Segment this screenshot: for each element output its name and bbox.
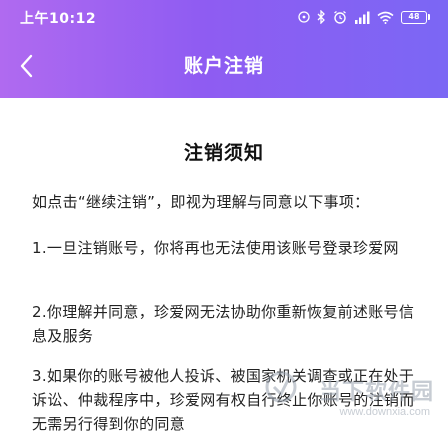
wifi-icon — [377, 11, 394, 24]
header-bar: 上午10:12 48 账户注销 — [0, 0, 448, 98]
bluetooth-icon — [317, 10, 325, 24]
notice-intro: 如点击“继续注销”，即视为理解与同意以下事项： — [32, 193, 370, 211]
notice-item-1: 1.一旦注销账号，你将再也无法使用该账号登录珍爱网 — [32, 239, 399, 257]
status-bar: 上午10:12 48 — [0, 0, 448, 34]
message-icon — [298, 11, 310, 23]
notice-item-2: 2.你理解并同意，珍爱网无法协助你重新恢复前述账号信息及服务 — [32, 303, 415, 345]
alarm-icon — [334, 10, 346, 24]
status-time: 上午10:12 — [20, 11, 97, 27]
page-title: 账户注销 — [183, 55, 264, 77]
notice-content: 注销须知 如点击“继续注销”，即视为理解与同意以下事项： 1.一旦注销账号，你将… — [0, 98, 448, 444]
notice-item-3: 3.如果你的账号被他人投诉、被国家机关调查或正在处于诉讼、仲裁程序中，珍爱网有权… — [32, 367, 415, 433]
navigation-bar: 账户注销 — [0, 42, 448, 88]
notice-title: 注销须知 — [183, 142, 264, 164]
battery-icon: 48 — [401, 10, 430, 24]
status-icons: 48 — [298, 9, 430, 25]
signal-icon — [355, 11, 370, 24]
account-cancellation-screen: 上午10:12 48 账户注销 注销须知 如点击“继续注销”，即视为理解与同意以… — [0, 0, 448, 444]
battery-level: 48 — [408, 12, 420, 21]
